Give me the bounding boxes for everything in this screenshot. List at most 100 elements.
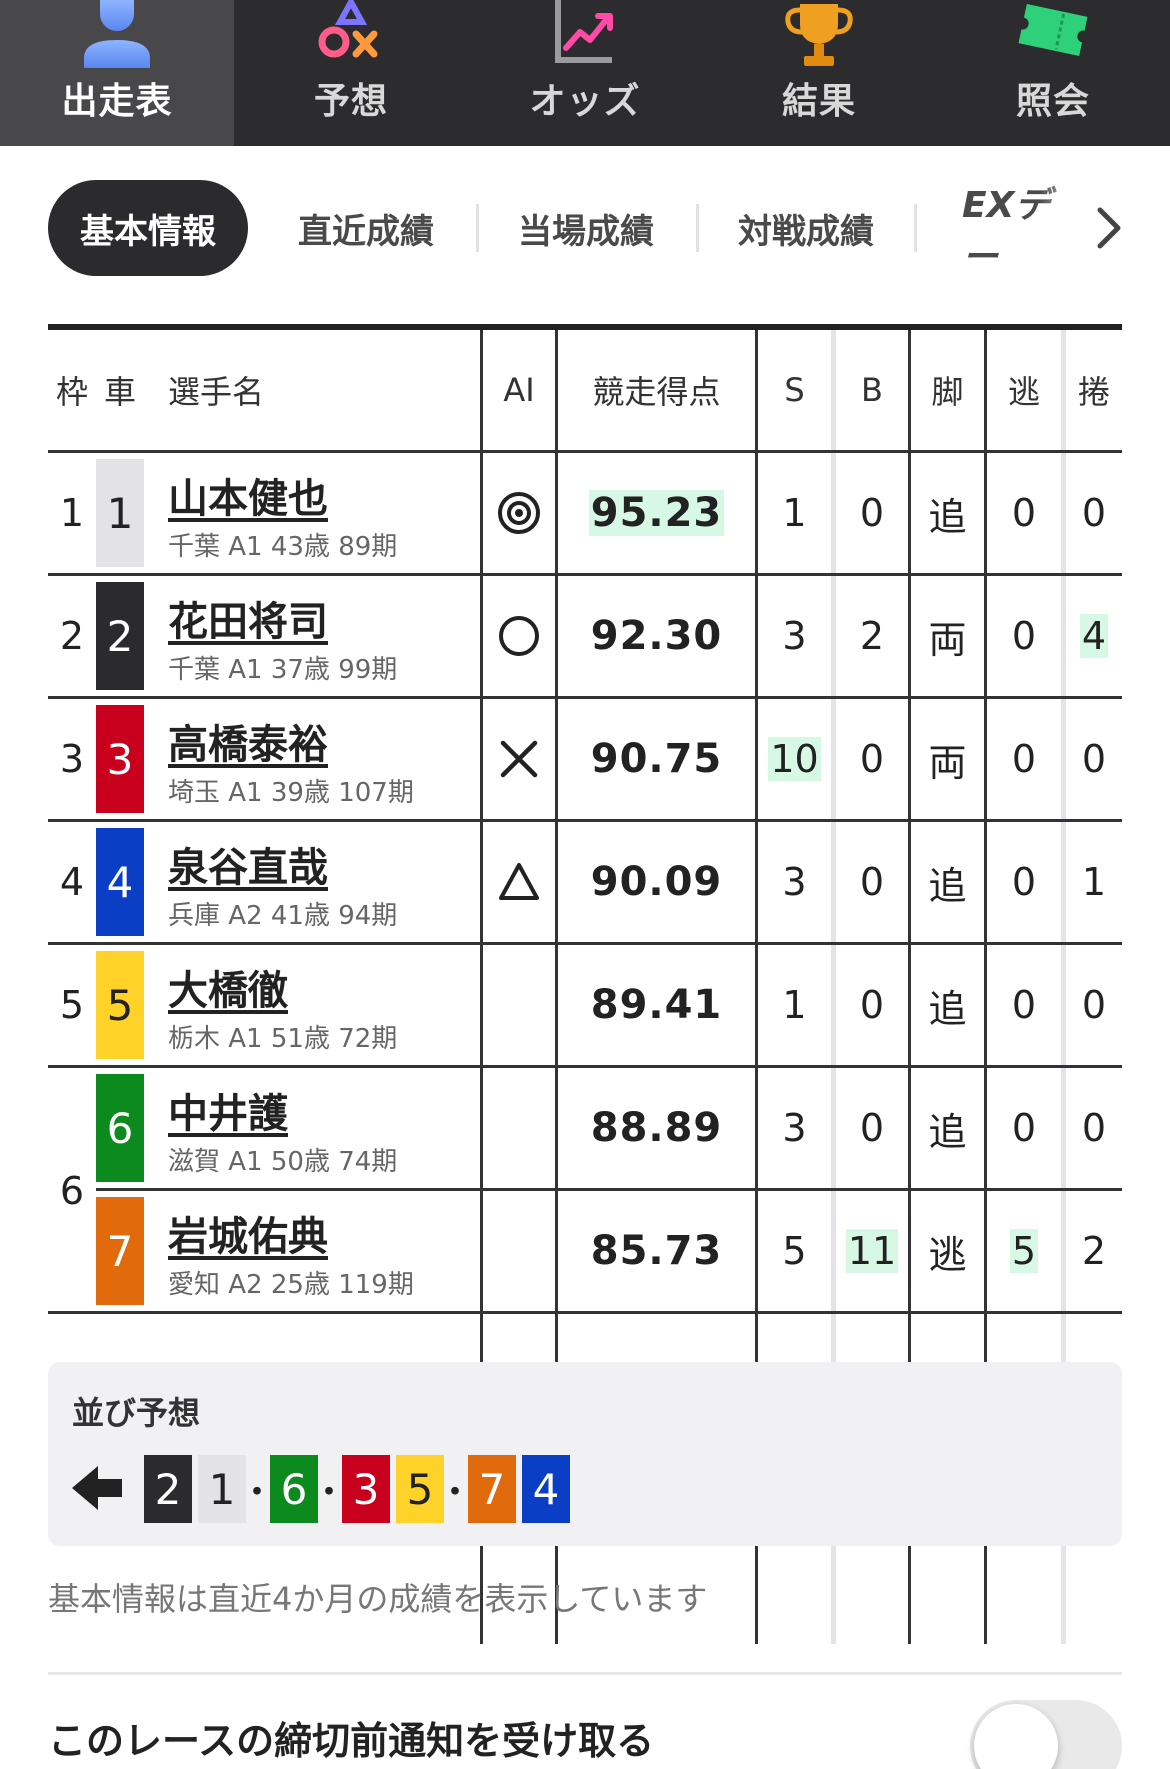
s-cell: 10 (758, 699, 831, 819)
prediction-car-chip: 3 (342, 1455, 390, 1523)
nige-count: 0 (1011, 737, 1037, 781)
line-prediction-box: 並び予想 2 1 ・ 6 ・ 3 5 ・ 7 4 (48, 1362, 1122, 1546)
cross-icon (500, 740, 538, 778)
ticket-icon (1018, 3, 1088, 57)
header-ai: AI (503, 371, 535, 409)
player-name-link[interactable]: 岩城佑典 (168, 1204, 328, 1262)
nige-count: 0 (1011, 1106, 1037, 1150)
score-value: 92.30 (590, 613, 723, 659)
person-icon (84, 0, 150, 68)
nav-tab-label: 結果 (781, 81, 856, 122)
row-waku: 3 (59, 737, 85, 781)
kyaku-type: 追 (928, 863, 967, 908)
triangle-icon (499, 863, 539, 900)
header-score: 競走得点 (592, 373, 721, 411)
nige-cell: 5 (987, 1191, 1061, 1311)
tab-basic-info[interactable]: 基本情報 (48, 180, 248, 276)
ai-mark (483, 576, 555, 696)
b-count: 0 (859, 737, 885, 781)
player-name-link[interactable]: 高橋泰裕 (168, 712, 328, 770)
header-s: S (784, 371, 805, 409)
prediction-separator: ・ (239, 1472, 276, 1513)
s-count: 5 (782, 1229, 807, 1273)
score-cell: 95.23 (558, 453, 755, 573)
makuri-count: 0 (1081, 983, 1107, 1027)
makuri-count: 0 (1081, 737, 1107, 781)
player-info: 愛知 A2 25歳 119期 (168, 1270, 414, 1300)
notify-toggle[interactable] (970, 1700, 1122, 1769)
player-name-link[interactable]: 大橋徹 (168, 958, 288, 1016)
chart-trend-icon (555, 0, 613, 63)
kyaku-type: 両 (928, 617, 967, 662)
score-value: 90.75 (590, 736, 723, 782)
notify-label: このレースの締切前通知を受け取る (48, 1719, 655, 1763)
score-value: 85.73 (590, 1228, 723, 1274)
row-divider (48, 1311, 1122, 1314)
nav-tab-odds[interactable]: オッズ (468, 0, 702, 146)
nav-tab-label: 予想 (313, 81, 388, 122)
circle-icon (499, 616, 539, 656)
car-number-badge: 7 (96, 1197, 144, 1305)
row-waku: 6 (59, 1169, 85, 1213)
s-count: 10 (768, 737, 821, 781)
nige-count: 0 (1011, 491, 1037, 535)
car-number-badge: 4 (96, 828, 144, 936)
ai-mark (483, 699, 555, 819)
nav-tab-label: 照会 (1015, 81, 1090, 122)
header-kyaku: 脚 (931, 373, 964, 411)
prediction-car-chip: 2 (144, 1455, 192, 1523)
tab-separator (476, 204, 479, 252)
header-nige: 逃 (1007, 373, 1040, 411)
chevron-right-icon[interactable] (1090, 204, 1130, 252)
tab-recent-results[interactable]: 直近成績 (278, 180, 454, 276)
tab-separator (696, 204, 699, 252)
player-name-link[interactable]: 中井護 (168, 1081, 288, 1139)
ai-mark (483, 822, 555, 942)
kyaku-type: 両 (928, 740, 967, 785)
nige-count: 0 (1011, 614, 1037, 658)
tab-head-to-head[interactable]: 対戦成績 (718, 180, 894, 276)
kyaku-type: 逃 (928, 1232, 967, 1277)
tab-fade (1040, 180, 1090, 276)
tab-track-results[interactable]: 当場成績 (498, 180, 674, 276)
section-divider (48, 1672, 1122, 1675)
player-info: 千葉 A1 37歳 99期 (168, 655, 398, 685)
nige-count: 0 (1011, 860, 1037, 904)
nav-tab-label: オッズ (529, 81, 641, 122)
top-nav: 出走表 予想 オッズ 結果 照会 (0, 0, 1170, 146)
kyaku-type: 追 (928, 986, 967, 1031)
nav-tab-prediction[interactable]: 予想 (234, 0, 468, 146)
makuri-count: 1 (1081, 860, 1107, 904)
double-circle-icon (498, 492, 540, 534)
nav-tab-label: 出走表 (61, 81, 173, 122)
s-count: 3 (782, 860, 807, 904)
tab-separator (914, 204, 917, 252)
s-count: 1 (782, 983, 807, 1027)
info-note: 基本情報は直近4か月の成績を表示しています (48, 1580, 708, 1618)
header-waku: 枠 (55, 373, 88, 411)
player-info: 埼玉 A1 39歳 107期 (168, 778, 414, 808)
s-count: 1 (782, 491, 807, 535)
car-number-badge: 2 (96, 582, 144, 690)
b-cell: 11 (836, 1191, 908, 1311)
nige-count: 0 (1011, 983, 1037, 1027)
car-number-badge: 5 (96, 951, 144, 1059)
b-count: 0 (859, 983, 885, 1027)
row-waku: 5 (59, 983, 85, 1027)
score-value: 88.89 (590, 1105, 723, 1151)
nav-tab-results[interactable]: 結果 (702, 0, 936, 146)
makuri-count: 4 (1079, 614, 1109, 658)
row-waku: 4 (59, 860, 85, 904)
player-name-link[interactable]: 泉谷直哉 (168, 835, 328, 893)
player-name-link[interactable]: 山本健也 (168, 466, 328, 524)
header-makuri: 捲 (1077, 373, 1110, 411)
score-value: 90.09 (590, 859, 723, 905)
score-value: 89.41 (590, 982, 723, 1028)
player-name-link[interactable]: 花田将司 (168, 589, 328, 647)
b-count: 2 (859, 614, 885, 658)
nige-count: 5 (1009, 1229, 1039, 1273)
nav-tab-race-card[interactable]: 出走表 (0, 0, 234, 146)
prediction-car-chip: 7 (468, 1455, 516, 1523)
nav-tab-inquiry[interactable]: 照会 (936, 0, 1170, 146)
symbols-icon (318, 0, 378, 58)
